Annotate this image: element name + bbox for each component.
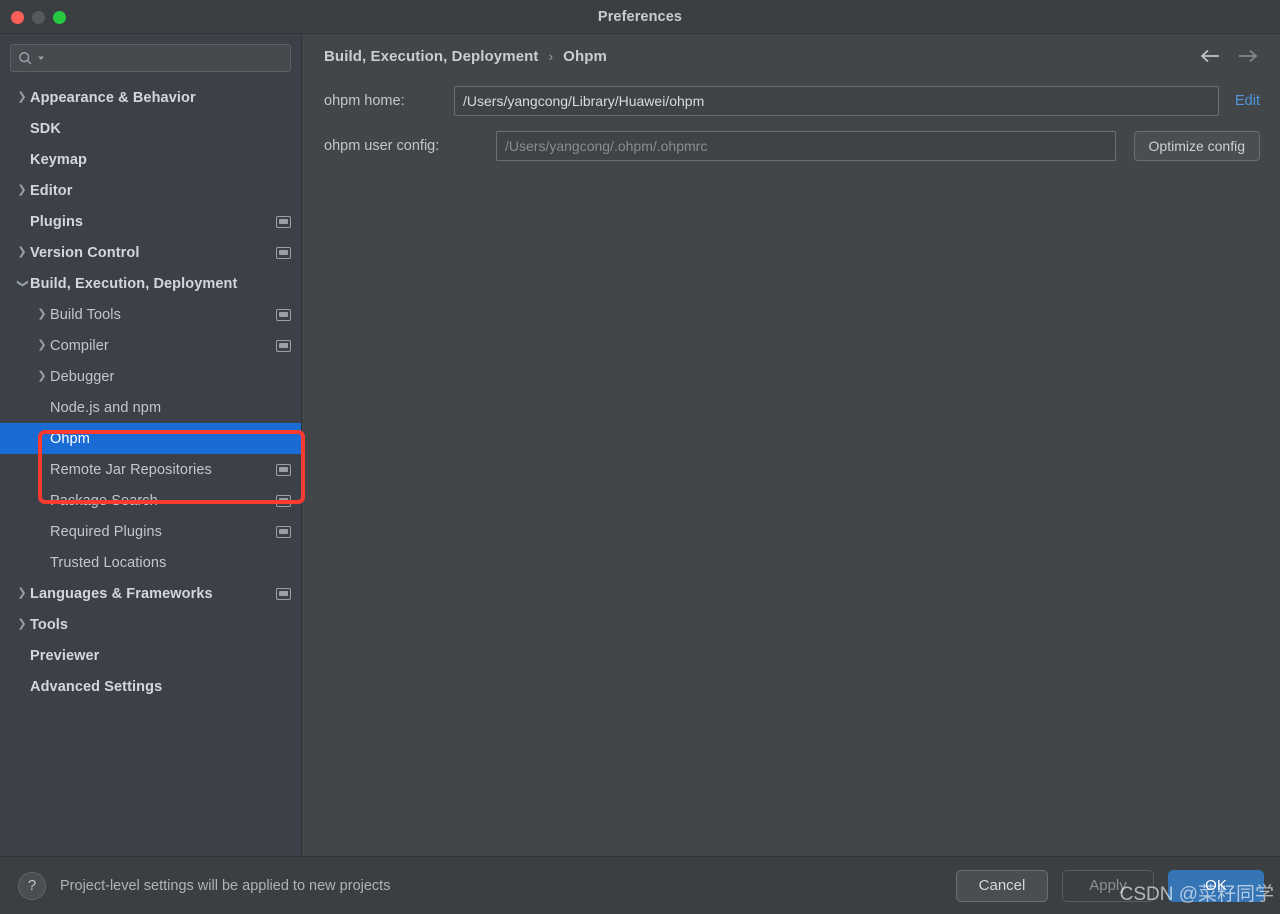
settings-main-panel: Build, Execution, Deployment › Ohpm ohpm…: [302, 34, 1280, 856]
settings-tree[interactable]: ❯Appearance & Behavior❯SDK❯Keymap❯Editor…: [0, 78, 301, 856]
ohpm-user-config-field[interactable]: [496, 131, 1116, 161]
chevron-down-icon[interactable]: ❯: [17, 276, 29, 292]
ok-button[interactable]: OK: [1168, 869, 1264, 902]
sidebar-item-trusted-locations[interactable]: ❯Trusted Locations: [0, 547, 301, 578]
search-wrapper: [0, 34, 301, 78]
footer-hint-text: Project-level settings will be applied t…: [60, 877, 391, 894]
sidebar-item-label: Package Search: [50, 492, 158, 509]
sidebar-item-required-plugins[interactable]: ❯Required Plugins: [0, 516, 301, 547]
sidebar-item-sdk[interactable]: ❯SDK: [0, 113, 301, 144]
chevron-right-icon[interactable]: ❯: [14, 92, 30, 103]
project-scope-badge-icon: [276, 246, 291, 259]
chevron-right-icon[interactable]: ❯: [34, 371, 50, 382]
sidebar-item-advanced-settings[interactable]: ❯Advanced Settings: [0, 671, 301, 702]
chevron-right-icon[interactable]: ❯: [14, 619, 30, 630]
project-scope-badge-icon: [276, 308, 291, 321]
window-title: Preferences: [597, 8, 683, 25]
settings-sidebar: ❯Appearance & Behavior❯SDK❯Keymap❯Editor…: [0, 34, 305, 856]
sidebar-item-label: Compiler: [50, 337, 109, 354]
arrow-right-icon[interactable]: [1234, 43, 1260, 69]
project-scope-badge-icon: [276, 463, 291, 476]
sidebar-item-node-js-and-npm[interactable]: ❯Node.js and npm: [0, 392, 301, 423]
title-bar: Preferences: [0, 0, 1280, 34]
search-icon: [18, 51, 33, 66]
breadcrumb-separator-icon: ›: [548, 48, 554, 64]
apply-button[interactable]: Apply: [1062, 869, 1154, 902]
sidebar-item-tools[interactable]: ❯ Tools: [0, 609, 301, 640]
sidebar-item-label: Tools: [30, 616, 69, 633]
breadcrumb: Build, Execution, Deployment › Ohpm: [302, 34, 1280, 78]
ohpm-home-label: ohpm home:: [324, 93, 405, 109]
traffic-lights: [11, 0, 66, 34]
sidebar-item-debugger[interactable]: ❯ Debugger: [0, 361, 301, 392]
ohpm-user-config-input[interactable]: [505, 138, 1107, 154]
sidebar-item-editor[interactable]: ❯ Editor: [0, 175, 301, 206]
search-box[interactable]: [10, 44, 291, 72]
breadcrumb-leaf: Ohpm: [563, 47, 607, 65]
project-scope-badge-icon: [276, 215, 291, 228]
chevron-right-icon[interactable]: ❯: [14, 588, 30, 599]
project-scope-badge-icon: [276, 494, 291, 507]
close-button-icon[interactable]: [11, 10, 24, 24]
zoom-button-icon[interactable]: [53, 10, 66, 24]
sidebar-item-appearance-behavior[interactable]: ❯ Appearance & Behavior: [0, 82, 301, 113]
chevron-right-icon[interactable]: ❯: [34, 340, 50, 351]
optimize-config-button[interactable]: Optimize config: [1133, 131, 1260, 161]
help-icon[interactable]: ?: [18, 871, 46, 900]
sidebar-item-languages-frameworks[interactable]: ❯ Languages & Frameworks: [0, 578, 301, 609]
ohpm-user-config-row: ohpm user config: Optimize config: [324, 131, 1260, 161]
chevron-right-icon[interactable]: ❯: [14, 185, 30, 196]
project-scope-badge-icon: [276, 339, 291, 352]
sidebar-item-label: Plugins: [30, 213, 84, 230]
sidebar-item-label: Languages & Frameworks: [30, 585, 213, 602]
sidebar-item-label: Required Plugins: [50, 523, 163, 540]
ohpm-home-input[interactable]: [463, 93, 1210, 109]
main-empty-area: [302, 176, 1280, 856]
sidebar-item-label: Debugger: [50, 368, 115, 385]
window-body: ❯Appearance & Behavior❯SDK❯Keymap❯Editor…: [0, 34, 1280, 856]
sidebar-item-label: Editor: [30, 182, 73, 199]
sidebar-item-label: Keymap: [30, 151, 88, 168]
arrow-left-icon[interactable]: [1198, 43, 1224, 69]
sidebar-item-keymap[interactable]: ❯Keymap: [0, 144, 301, 175]
sidebar-item-package-search[interactable]: ❯Package Search: [0, 485, 301, 516]
sidebar-item-label: Remote Jar Repositories: [50, 461, 212, 478]
sidebar-item-label: Version Control: [30, 244, 140, 261]
project-scope-badge-icon: [276, 525, 291, 538]
sidebar-item-label: Trusted Locations: [50, 554, 167, 571]
chevron-right-icon[interactable]: ❯: [14, 247, 30, 258]
sidebar-item-label: Appearance & Behavior: [30, 89, 196, 106]
sidebar-item-label: Build, Execution, Deployment: [30, 275, 238, 292]
ohpm-user-config-label: ohpm user config:: [324, 138, 440, 154]
preferences-window: Preferences ❯ Appearance & Behavior SDK …: [0, 0, 1280, 914]
search-input[interactable]: [49, 50, 283, 66]
cancel-button[interactable]: Cancel: [956, 869, 1048, 902]
ohpm-home-row: ohpm home: Edit: [324, 86, 1260, 116]
sidebar-item-build-execution-deployment[interactable]: ❯ Build, Execution, Deployment: [0, 268, 301, 299]
ohpm-settings-form: ohpm home: Edit ohpm user config: Optimi…: [302, 78, 1280, 176]
sidebar-item-label: Previewer: [30, 647, 100, 664]
sidebar-item-plugins[interactable]: ❯Plugins: [0, 206, 301, 237]
sidebar-item-compiler[interactable]: ❯ Compiler: [0, 330, 301, 361]
search-dropdown-icon[interactable]: [37, 54, 45, 62]
breadcrumb-root[interactable]: Build, Execution, Deployment: [324, 48, 539, 65]
dialog-footer: ? Project-level settings will be applied…: [0, 856, 1280, 914]
minimize-button-icon[interactable]: [32, 10, 45, 24]
sidebar-item-build-tools[interactable]: ❯ Build Tools: [0, 299, 301, 330]
sidebar-item-label: SDK: [30, 120, 61, 137]
project-scope-badge-icon: [276, 587, 291, 600]
chevron-right-icon[interactable]: ❯: [34, 309, 50, 320]
sidebar-item-label: Advanced Settings: [30, 678, 163, 695]
ohpm-home-field[interactable]: [454, 86, 1219, 116]
sidebar-item-remote-jar-repositories[interactable]: ❯Remote Jar Repositories: [0, 454, 301, 485]
sidebar-item-ohpm[interactable]: ❯Ohpm: [0, 423, 301, 454]
sidebar-item-label: Build Tools: [50, 306, 121, 323]
sidebar-item-previewer[interactable]: ❯Previewer: [0, 640, 301, 671]
sidebar-item-label: Node.js and npm: [50, 399, 162, 416]
sidebar-item-version-control[interactable]: ❯ Version Control: [0, 237, 301, 268]
sidebar-item-label: Ohpm: [50, 430, 90, 447]
edit-link[interactable]: Edit: [1235, 93, 1260, 109]
